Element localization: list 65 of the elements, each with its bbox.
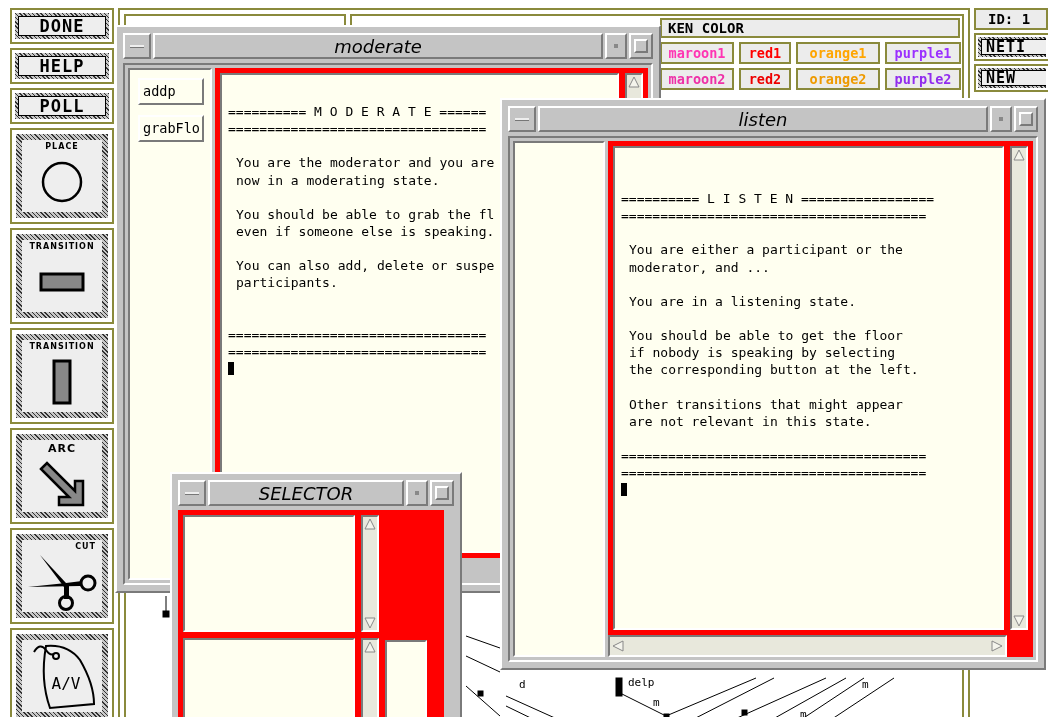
- message-paragraph: You should be able to grab the fl even if someone else is speaking.: [235, 205, 495, 241]
- command-button[interactable]: HELP: [15, 53, 109, 79]
- separator-text: ========== L I S T E N =================: [621, 190, 935, 208]
- floor-action-button[interactable]: grabFlo: [138, 115, 204, 142]
- list-box[interactable]: [183, 515, 355, 632]
- bar-icon: [52, 359, 72, 405]
- message-paragraph: You are either a participant or the moderator, and ...: [628, 241, 903, 276]
- command-button[interactable]: POLL: [15, 93, 109, 119]
- vertical-scrollbar[interactable]: [361, 515, 379, 632]
- message-paragraph: You can also add, delete or suspe participants.: [235, 257, 495, 292]
- tool-label: ARC: [47, 442, 77, 455]
- maximize-button[interactable]: [1014, 106, 1038, 132]
- circle-icon: [40, 160, 84, 204]
- minimize-button[interactable]: [406, 480, 428, 506]
- color-button[interactable]: red2: [739, 68, 791, 90]
- window-menu-button[interactable]: [123, 33, 151, 59]
- separator-text: =======================================: [621, 447, 927, 465]
- minimize-button[interactable]: [605, 33, 627, 59]
- up-arrow-icon[interactable]: [364, 641, 376, 653]
- separator-text: ========== M O D E R A T E ======: [228, 103, 487, 121]
- separator-text: =================================: [228, 342, 487, 361]
- separator-text: =======================================: [621, 464, 927, 482]
- arc-drawing: [162, 595, 170, 618]
- command-button[interactable]: DONE: [15, 13, 109, 39]
- window-menu-button[interactable]: [508, 106, 536, 132]
- arc-label: m: [862, 678, 869, 691]
- arc-label: delp: [628, 676, 655, 689]
- vertical-scrollbar[interactable]: [1010, 146, 1028, 630]
- separator-text: =================================: [228, 120, 487, 138]
- message-paragraph: You are in a listening state.: [628, 292, 856, 310]
- left-arrow-icon[interactable]: [612, 640, 624, 652]
- tool-label: CUT: [75, 542, 96, 552]
- up-arrow-icon[interactable]: [628, 76, 640, 88]
- minimize-button[interactable]: [990, 106, 1012, 132]
- panel-header: KEN COLOR: [660, 18, 960, 38]
- color-button[interactable]: purple2: [885, 68, 961, 90]
- up-arrow-icon[interactable]: [364, 518, 376, 530]
- down-arrow-icon[interactable]: [364, 617, 376, 629]
- id-label: ID: 1: [974, 8, 1048, 30]
- message-paragraph: You are the moderator and you are now in a moderating state.: [235, 154, 495, 189]
- window-title: moderate: [153, 33, 603, 59]
- separator-text: =======================================: [621, 207, 927, 225]
- maximize-button[interactable]: [430, 480, 454, 506]
- up-arrow-icon[interactable]: [1013, 149, 1025, 161]
- window-menu-button[interactable]: [178, 480, 206, 506]
- message-paragraph: You should be able to get the floor if nobody is speaking by selecting the corresponding button at the left.: [628, 327, 919, 379]
- command-button[interactable]: NEW: [978, 68, 1046, 88]
- tag-label: A/V: [51, 674, 81, 692]
- window-title: listen: [538, 106, 988, 132]
- tool-label: PLACE: [45, 142, 79, 152]
- horizontal-scrollbar[interactable]: [608, 635, 1007, 657]
- tool-label: TRANSITION: [29, 342, 95, 352]
- arc-label: m: [653, 696, 660, 709]
- separator-text: =================================: [228, 325, 487, 343]
- color-button[interactable]: purple1: [885, 42, 961, 64]
- right-arrow-icon[interactable]: [991, 640, 1003, 652]
- down-arrow-icon[interactable]: [1013, 615, 1025, 627]
- bar-icon: [39, 272, 85, 292]
- arc-label: d: [519, 678, 526, 691]
- tool-label: TRANSITION: [29, 242, 95, 252]
- floor-action-button[interactable]: addp: [138, 78, 204, 105]
- command-button[interactable]: NETI: [978, 37, 1046, 57]
- message-paragraph: Other transitions that might appear are not relevant in this state.: [628, 395, 903, 431]
- window-title: SELECTOR: [208, 480, 404, 506]
- maximize-button[interactable]: [629, 33, 653, 59]
